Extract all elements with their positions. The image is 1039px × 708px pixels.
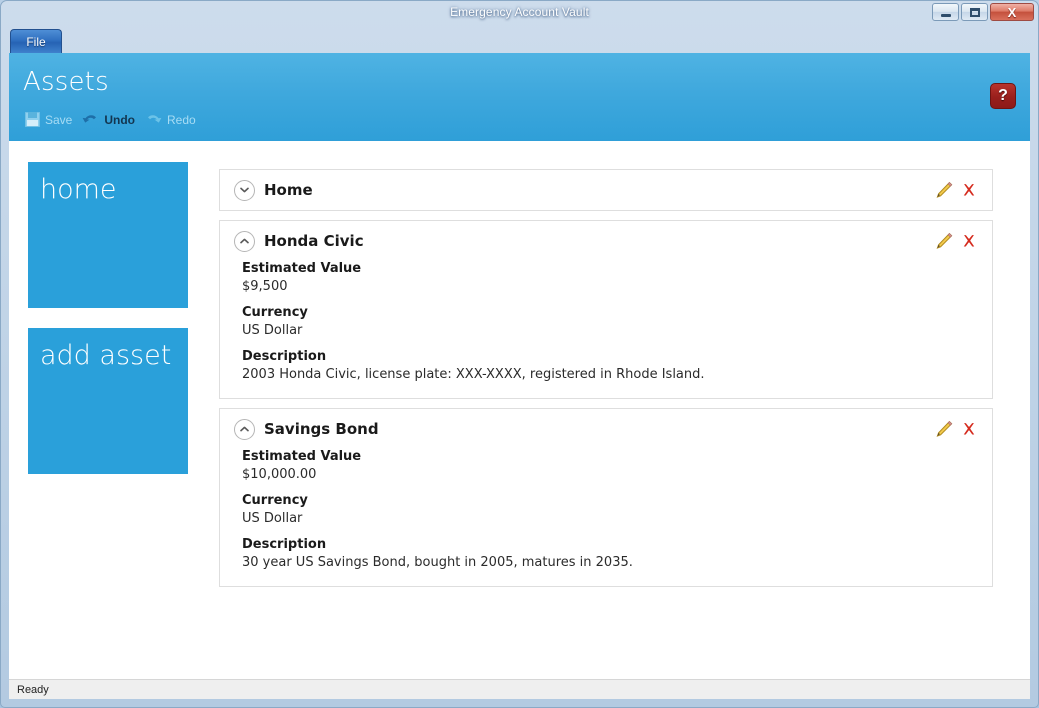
field-label: Estimated Value xyxy=(242,449,362,464)
asset-card: Honda Civic Estimated Value $9,500 Curre… xyxy=(219,220,993,399)
asset-card-header[interactable]: Honda Civic xyxy=(220,221,992,261)
field-label: Currency xyxy=(242,305,308,320)
asset-card: Savings Bond Estimated Value $10,000.00 … xyxy=(219,408,993,587)
asset-card-title: Home xyxy=(264,181,313,199)
sidebar-item-home-label: home xyxy=(40,174,117,205)
window-title: Emergency Account Vault xyxy=(450,5,589,19)
close-icon: X xyxy=(1007,4,1017,20)
ribbon: Assets Save Undo Redo ? xyxy=(9,53,1030,141)
redo-label: Redo xyxy=(167,112,196,127)
minimize-button[interactable] xyxy=(932,3,959,21)
delete-x-icon[interactable] xyxy=(957,179,981,201)
field-description: Description 2003 Honda Civic, license pl… xyxy=(242,349,978,382)
sidebar-item-add-asset-label: add asset xyxy=(40,340,172,371)
edit-pencil-icon[interactable] xyxy=(931,418,955,440)
asset-card-header[interactable]: Home xyxy=(220,170,992,210)
field-estimated-value: Estimated Value $10,000.00 xyxy=(242,449,978,482)
asset-card-title: Honda Civic xyxy=(264,232,364,250)
chevron-up-icon[interactable] xyxy=(234,230,255,252)
redo-icon xyxy=(145,112,162,127)
asset-card-actions xyxy=(931,179,981,201)
field-label: Description xyxy=(242,537,327,552)
undo-button[interactable]: Undo xyxy=(80,110,143,129)
field-currency: Currency US Dollar xyxy=(242,305,978,338)
delete-x-icon[interactable] xyxy=(957,230,981,252)
help-icon: ? xyxy=(998,87,1008,104)
sidebar-item-add-asset[interactable]: add asset xyxy=(28,328,188,474)
asset-card-body: Estimated Value $9,500 Currency US Dolla… xyxy=(220,261,992,398)
title-bar[interactable]: Emergency Account Vault X xyxy=(0,0,1039,26)
help-button[interactable]: ? xyxy=(990,83,1016,109)
file-menu-tab[interactable]: File xyxy=(10,29,62,53)
field-value: US Dollar xyxy=(242,323,303,338)
field-label: Currency xyxy=(242,493,308,508)
page-title: Assets xyxy=(23,67,109,97)
delete-x-icon[interactable] xyxy=(957,418,981,440)
field-value: 30 year US Savings Bond, bought in 2005,… xyxy=(242,555,633,570)
asset-card-header[interactable]: Savings Bond xyxy=(220,409,992,449)
undo-icon xyxy=(82,112,99,127)
field-description: Description 30 year US Savings Bond, bou… xyxy=(242,537,978,570)
save-button[interactable]: Save xyxy=(23,110,80,129)
maximize-icon xyxy=(969,7,980,17)
sidebar-tiles: home add asset xyxy=(28,162,188,494)
status-text: Ready xyxy=(17,683,49,696)
chevron-up-icon[interactable] xyxy=(234,418,255,440)
redo-button[interactable]: Redo xyxy=(143,110,204,129)
minimize-icon xyxy=(940,13,951,17)
save-label: Save xyxy=(45,112,73,127)
ribbon-toolbar: Save Undo Redo xyxy=(23,110,204,129)
field-value: $9,500 xyxy=(242,279,288,294)
maximize-button[interactable] xyxy=(961,3,988,21)
field-value: 2003 Honda Civic, license plate: XXX-XXX… xyxy=(242,367,705,382)
field-value: $10,000.00 xyxy=(242,467,317,482)
field-estimated-value: Estimated Value $9,500 xyxy=(242,261,978,294)
client-area: home add asset Home Honda Civic Estimate… xyxy=(9,141,1030,679)
application-window: Emergency Account Vault X File Assets Sa… xyxy=(0,0,1039,708)
field-currency: Currency US Dollar xyxy=(242,493,978,526)
field-label: Description xyxy=(242,349,327,364)
status-bar: Ready xyxy=(9,679,1030,699)
asset-list: Home Honda Civic Estimated Value $9,500 … xyxy=(219,169,993,596)
sidebar-item-home[interactable]: home xyxy=(28,162,188,308)
undo-label: Undo xyxy=(104,112,136,127)
edit-pencil-icon[interactable] xyxy=(931,230,955,252)
asset-card-actions xyxy=(931,418,981,440)
asset-card-actions xyxy=(931,230,981,252)
window-controls: X xyxy=(932,3,1034,21)
asset-card-title: Savings Bond xyxy=(264,420,379,438)
edit-pencil-icon[interactable] xyxy=(931,179,955,201)
close-button[interactable]: X xyxy=(990,3,1034,21)
asset-card: Home xyxy=(219,169,993,211)
save-icon xyxy=(25,112,40,127)
asset-card-body: Estimated Value $10,000.00 Currency US D… xyxy=(220,449,992,586)
field-label: Estimated Value xyxy=(242,261,362,276)
field-value: US Dollar xyxy=(242,511,303,526)
chevron-down-icon[interactable] xyxy=(234,179,255,201)
file-menu-label: File xyxy=(26,34,46,49)
